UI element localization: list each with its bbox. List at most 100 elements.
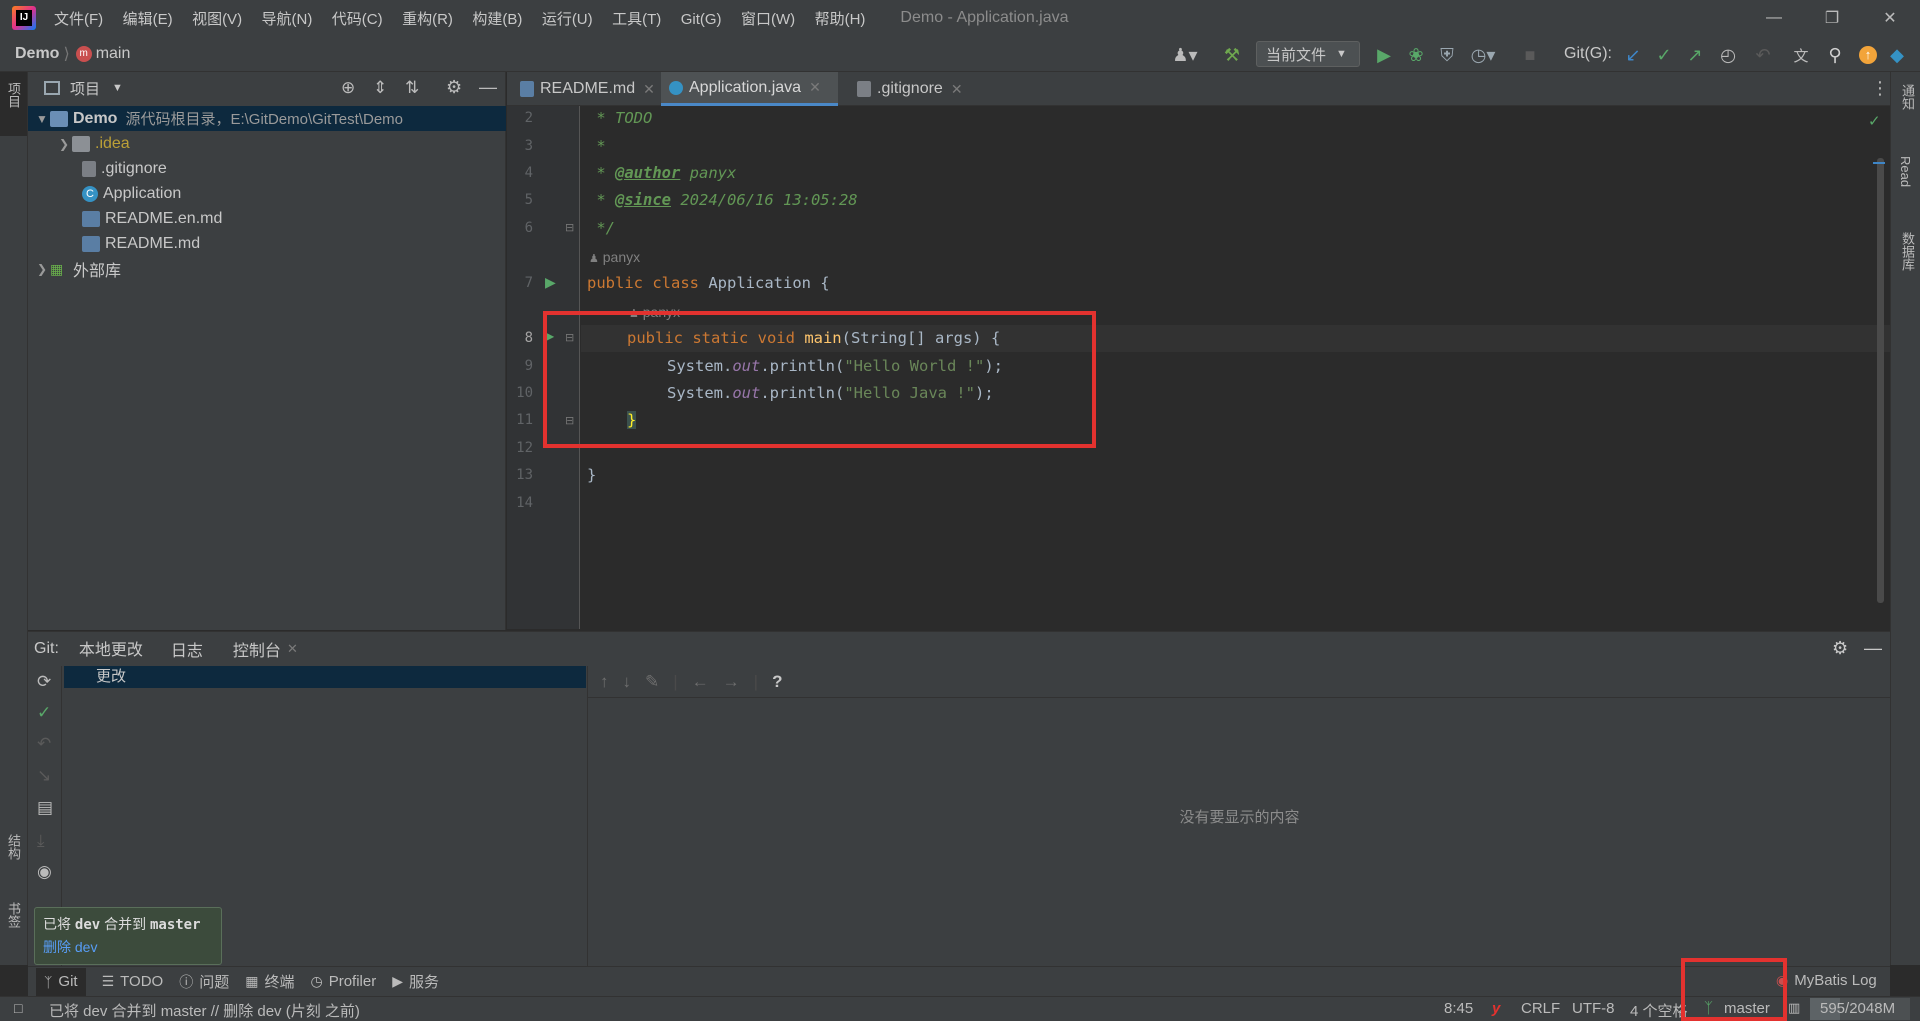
- locate-icon[interactable]: ⊕: [341, 78, 355, 98]
- minimize-button[interactable]: —: [1745, 0, 1803, 36]
- close-tab-icon[interactable]: ✕: [809, 79, 821, 96]
- structure-tab[interactable]: 结构: [4, 834, 23, 860]
- git-commit-icon[interactable]: ✓: [1653, 43, 1675, 67]
- delete-branch-link[interactable]: 删除 dev: [43, 937, 213, 957]
- database-tab[interactable]: 数据库: [1898, 232, 1917, 271]
- debug-icon[interactable]: ❀: [1404, 43, 1428, 67]
- tree-item-application[interactable]: C Application: [28, 181, 506, 206]
- git-history-icon[interactable]: ◴: [1717, 43, 1739, 67]
- changes-header[interactable]: 更改: [64, 666, 586, 688]
- menu-git[interactable]: Git(G): [681, 11, 722, 28]
- shelve-icon[interactable]: ↘: [37, 766, 51, 786]
- caret-position[interactable]: 8:45: [1444, 1000, 1473, 1017]
- tool-window-services[interactable]: ▶ 服务: [392, 971, 439, 992]
- author-inlay-hint[interactable]: ♟ panyx: [589, 249, 640, 265]
- menu-file[interactable]: 文件(F): [54, 11, 103, 28]
- run-icon[interactable]: ▶: [1372, 43, 1396, 67]
- stop-icon[interactable]: ■: [1520, 43, 1540, 67]
- tab-readme[interactable]: README.md ✕: [512, 72, 663, 106]
- yapi-icon[interactable]: y: [1492, 1000, 1500, 1017]
- menu-view[interactable]: 视图(V): [192, 11, 242, 28]
- memory-indicator[interactable]: 595/2048M: [1810, 998, 1910, 1020]
- tree-item-external-libs[interactable]: ❯ ▦ 外部库: [28, 256, 506, 281]
- tool-window-terminal[interactable]: ▦ 终端: [245, 971, 294, 992]
- collapse-all-icon[interactable]: ⇅: [405, 78, 419, 98]
- user-dropdown-icon[interactable]: ♟▾: [1168, 43, 1202, 67]
- download-icon[interactable]: ⤓: [37, 831, 45, 851]
- file-encoding[interactable]: UTF-8: [1572, 1000, 1615, 1017]
- chevron-right-icon[interactable]: ❯: [56, 137, 72, 151]
- refresh-icon[interactable]: ⟳: [37, 672, 51, 692]
- hide-panel-icon[interactable]: —: [479, 77, 497, 98]
- tool-window-profiler[interactable]: ◷ Profiler: [310, 973, 376, 990]
- tab-gitignore[interactable]: .gitignore ✕: [849, 72, 971, 106]
- git-rollback-icon[interactable]: ↶: [1752, 43, 1774, 67]
- menu-navigate[interactable]: 导航(N): [262, 11, 313, 28]
- build-hammer-icon[interactable]: ⚒: [1220, 43, 1244, 67]
- menu-tools[interactable]: 工具(T): [612, 11, 661, 28]
- tool-window-mybatis-log[interactable]: ◉ MyBatis Log: [1776, 972, 1877, 989]
- tab-log[interactable]: 日志: [171, 637, 203, 661]
- line-separator[interactable]: CRLF: [1521, 1000, 1560, 1017]
- tool-window-todo[interactable]: ☰ TODO: [102, 973, 164, 990]
- tool-window-git[interactable]: ᛉ Git: [36, 967, 86, 996]
- restore-button[interactable]: ❐: [1803, 0, 1861, 36]
- link-text[interactable]: 删除 dev: [43, 939, 97, 955]
- translate-icon[interactable]: 文: [1790, 43, 1812, 67]
- hide-panel-icon[interactable]: —: [1864, 638, 1882, 659]
- close-tab-icon[interactable]: ✕: [287, 641, 298, 657]
- toolbox-icon[interactable]: ◆: [1886, 43, 1908, 67]
- read-tab[interactable]: Read: [1898, 156, 1913, 187]
- commit-check-icon[interactable]: ✓: [37, 703, 51, 723]
- menu-refactor[interactable]: 重构(R): [402, 11, 453, 28]
- run-config-select[interactable]: 当前文件 ▼: [1256, 41, 1360, 67]
- fold-icon[interactable]: ⊟: [565, 221, 574, 234]
- close-button[interactable]: ✕: [1861, 0, 1919, 36]
- run-gutter-icon[interactable]: ▶: [545, 274, 556, 291]
- chevron-down-icon[interactable]: ▼: [112, 82, 123, 94]
- status-message[interactable]: 已将 dev 合并到 master // 删除 dev (片刻 之前): [49, 1000, 360, 1021]
- tree-item-demo[interactable]: ▼ Demo 源代码根目录，E:\GitDemo\GitTest\Demo: [28, 106, 506, 131]
- changelist-icon[interactable]: ▤: [37, 798, 53, 818]
- rollback-icon[interactable]: ↶: [37, 734, 51, 754]
- menu-edit[interactable]: 编辑(E): [123, 11, 173, 28]
- bookmarks-tab[interactable]: 书签: [4, 902, 23, 928]
- close-tab-icon[interactable]: ✕: [951, 81, 963, 98]
- tab-application-java[interactable]: Application.java ✕: [661, 72, 838, 106]
- chevron-down-icon[interactable]: ▼: [34, 112, 50, 126]
- menu-window[interactable]: 窗口(W): [741, 11, 795, 28]
- project-panel-title[interactable]: 项目: [70, 78, 100, 99]
- close-tab-icon[interactable]: ✕: [643, 81, 655, 98]
- breadcrumb-branch[interactable]: main: [96, 45, 131, 63]
- lock-icon[interactable]: ▥: [1788, 1000, 1800, 1016]
- gear-icon[interactable]: ⚙: [1832, 638, 1848, 659]
- tree-item-readme[interactable]: README.md: [28, 231, 506, 256]
- no-problems-check-icon[interactable]: ✓: [1868, 112, 1881, 130]
- git-push-icon[interactable]: ↗: [1684, 43, 1706, 67]
- profile-icon[interactable]: ◷▾: [1466, 43, 1500, 67]
- tree-item-readme-en[interactable]: README.en.md: [28, 206, 506, 231]
- menu-code[interactable]: 代码(C): [332, 11, 383, 28]
- expand-all-icon[interactable]: ⇕: [373, 78, 387, 98]
- menu-build[interactable]: 构建(B): [472, 11, 522, 28]
- toggle-tool-windows-icon[interactable]: □: [14, 1000, 22, 1016]
- tool-window-problems[interactable]: ⓘ 问题: [179, 971, 229, 992]
- gear-icon[interactable]: ⚙: [446, 77, 462, 98]
- update-notification-icon[interactable]: ↑: [1857, 43, 1879, 67]
- tab-console[interactable]: 控制台: [233, 637, 281, 661]
- project-tab-active[interactable]: 项目: [0, 72, 27, 136]
- eye-icon[interactable]: ◉: [37, 862, 52, 882]
- git-update-icon[interactable]: ↙: [1622, 43, 1644, 67]
- tree-item-idea[interactable]: ❯ .idea: [28, 131, 506, 156]
- coverage-icon[interactable]: ⛨: [1435, 43, 1459, 67]
- menu-run[interactable]: 运行(U): [542, 11, 593, 28]
- editor-scrollbar[interactable]: [1877, 158, 1884, 603]
- breadcrumb-project[interactable]: Demo: [15, 45, 59, 63]
- notifications-tab[interactable]: 通知: [1898, 84, 1917, 110]
- tree-item-gitignore[interactable]: .gitignore: [28, 156, 506, 181]
- indent-setting[interactable]: 4 个空格: [1630, 1000, 1688, 1021]
- more-tabs-icon[interactable]: ⋮: [1871, 78, 1889, 99]
- menu-help[interactable]: 帮助(H): [815, 11, 866, 28]
- search-icon[interactable]: ⚲: [1824, 43, 1846, 67]
- tab-local-changes[interactable]: 本地更改: [72, 630, 149, 669]
